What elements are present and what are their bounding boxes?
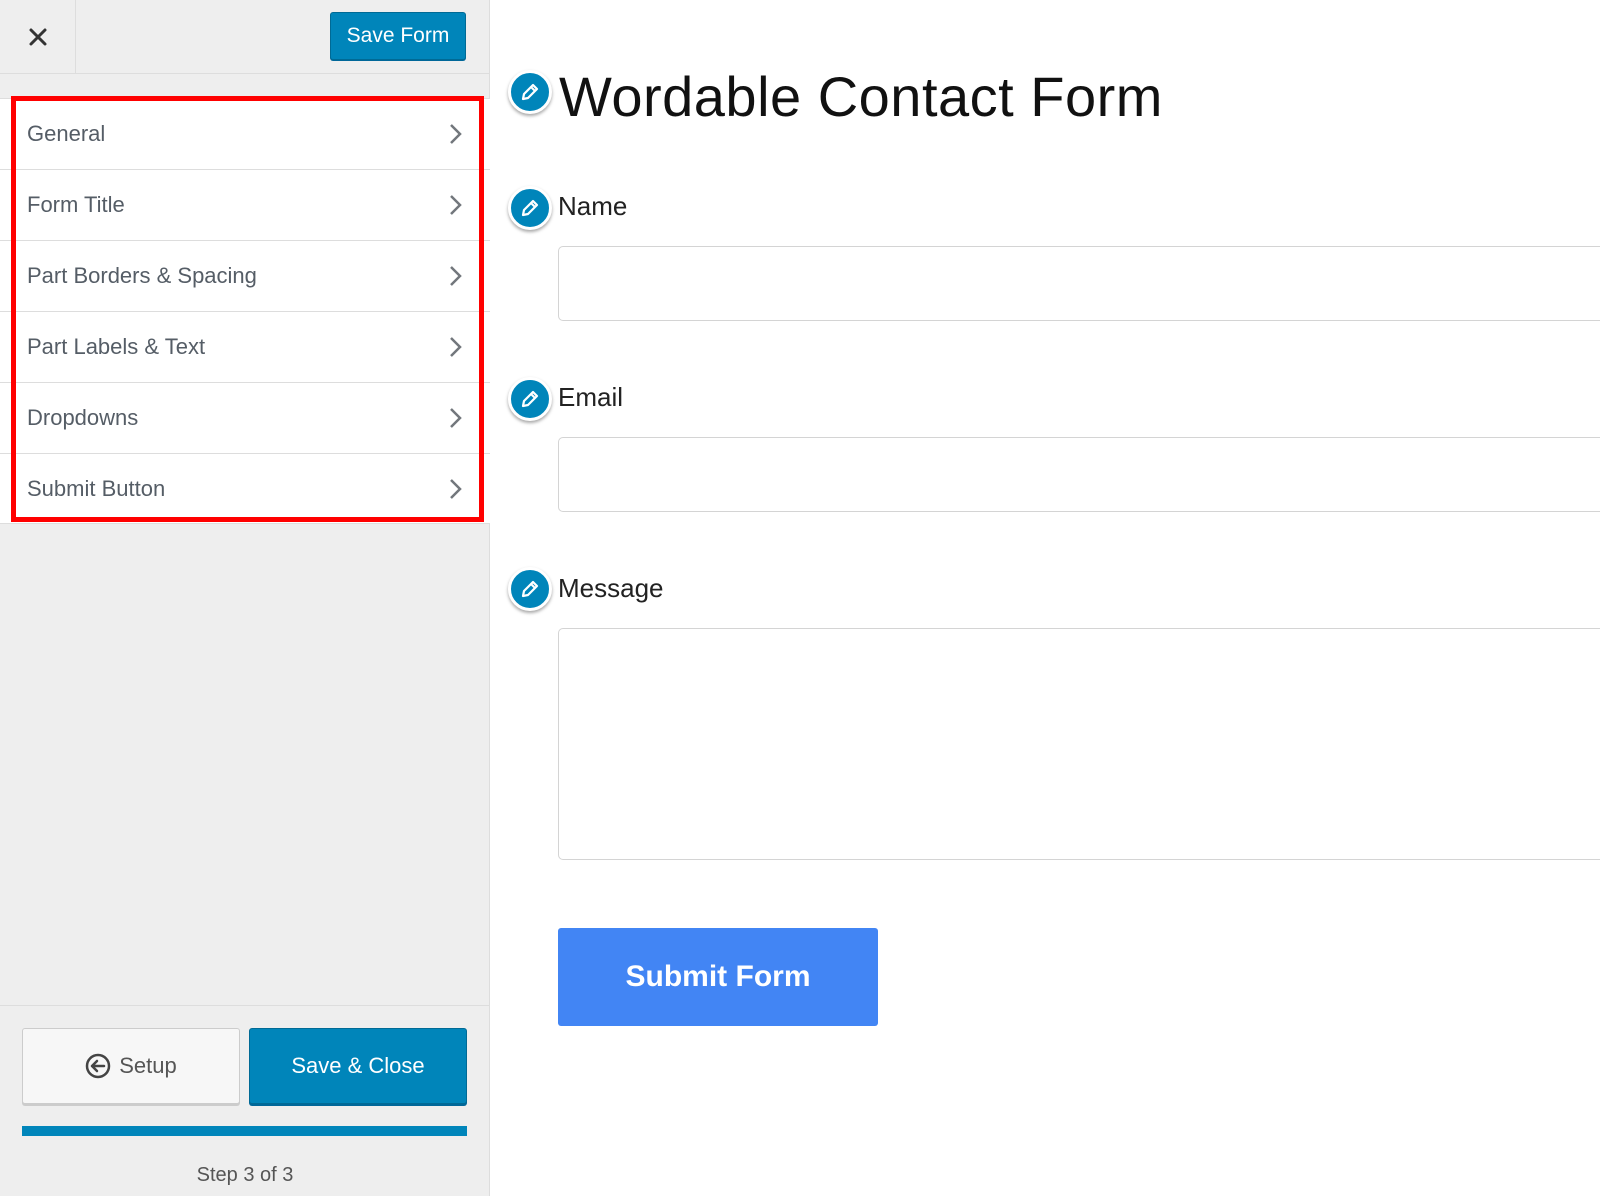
menu-item-part-borders-spacing[interactable]: Part Borders & Spacing [0,241,490,312]
chevron-right-icon [450,408,462,428]
menu-item-label: General [27,121,106,146]
menu-item-label: Part Labels & Text [27,334,206,359]
menu-item-form-title[interactable]: Form Title [0,170,490,241]
menu-item-label: Form Title [27,192,125,217]
back-arrow-circle-icon [86,1053,111,1079]
menu-item-submit-button[interactable]: Submit Button [0,454,490,524]
name-input[interactable] [558,246,1600,321]
chevron-right-icon [450,195,462,215]
edit-name-field-pin[interactable] [508,186,552,230]
message-field-label: Message [558,573,664,603]
save-form-button[interactable]: Save Form [330,12,466,60]
edit-title-pin[interactable] [508,70,552,114]
step-indicator: Step 3 of 3 [196,1164,294,1186]
edit-email-field-pin[interactable] [508,377,552,421]
chevron-right-icon [450,266,462,286]
pencil-icon [521,83,539,101]
pencil-icon [521,390,539,408]
setup-button[interactable]: Setup [22,1028,240,1104]
menu-item-general[interactable]: General [0,99,490,170]
form-preview: Wordable Contact Form Name Email Message… [491,0,1600,1196]
progress-bar-fill [22,1126,467,1136]
chevron-right-icon [450,478,462,499]
close-icon [29,28,46,46]
chevron-right-icon [450,337,462,357]
sidebar-footer: Setup Save & Close Step 3 of 3 [0,1005,490,1196]
pencil-icon [521,580,539,598]
submit-form-button[interactable]: Submit Form [558,928,878,1026]
close-button[interactable] [0,0,76,74]
pencil-icon [521,199,539,217]
menu-item-label: Submit Button [27,475,166,501]
message-textarea[interactable] [558,628,1600,860]
email-input[interactable] [558,437,1600,512]
save-close-button[interactable]: Save & Close [249,1028,467,1104]
name-field-label: Name [558,191,628,221]
menu-item-label: Dropdowns [27,405,139,430]
chevron-right-icon [450,124,462,144]
setup-label: Setup [119,1053,177,1078]
email-field-label: Email [558,382,624,412]
customizer-sidebar: Save Form General Form Title Part Border… [0,0,490,1196]
form-title: Wordable Contact Form [559,65,1163,128]
progress-bar [22,1126,467,1136]
settings-menu: General Form Title Part Borders & Spacin… [0,98,490,524]
menu-item-part-labels-text[interactable]: Part Labels & Text [0,312,490,383]
menu-item-dropdowns[interactable]: Dropdowns [0,383,490,454]
menu-item-label: Part Borders & Spacing [27,263,257,288]
sidebar-header: Save Form [0,0,490,74]
edit-message-field-pin[interactable] [508,567,552,611]
